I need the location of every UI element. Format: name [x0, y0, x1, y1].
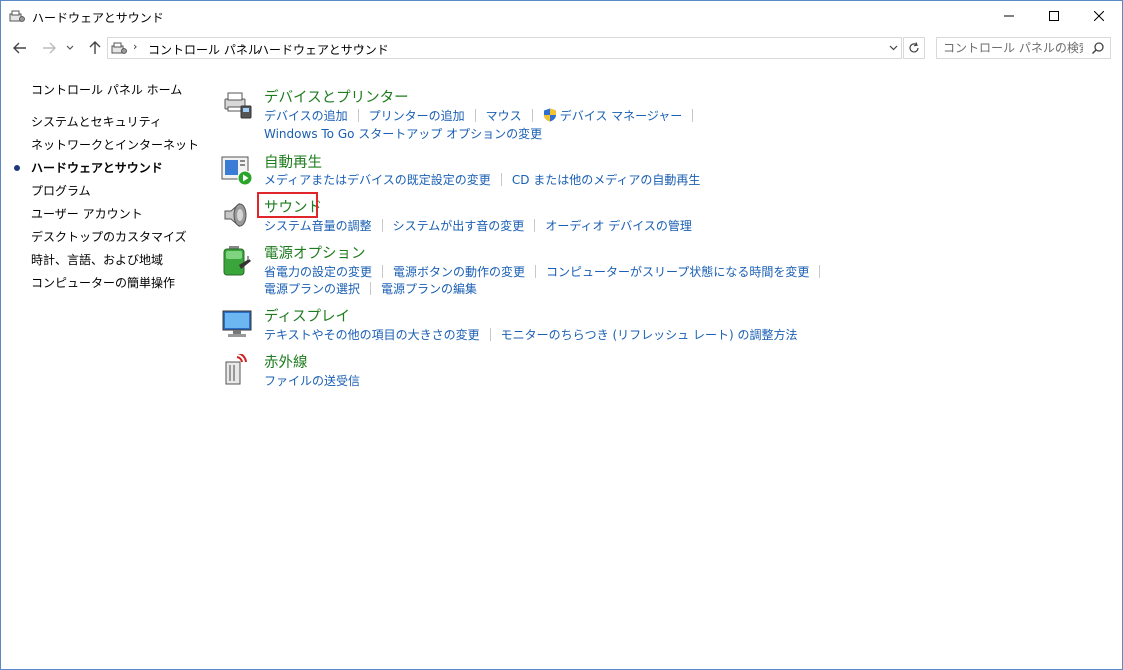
task-adjust-system-volume[interactable]: システム音量の調整 [264, 219, 372, 233]
sidebar-item-hardware-sound[interactable]: ハードウェアとサウンド [31, 159, 163, 176]
task-cd-autoplay[interactable]: CD または他のメディアの自動再生 [512, 173, 701, 187]
task-row: ファイルの送受信 [264, 372, 360, 388]
hardware-sound-icon [9, 10, 25, 22]
sidebar-item-system-security[interactable]: システムとセキュリティ [31, 113, 162, 130]
maximize-button[interactable] [1031, 1, 1077, 31]
task-separator [382, 265, 384, 278]
printer-icon[interactable] [221, 89, 253, 121]
sidebar-item-programs[interactable]: プログラム [31, 182, 91, 199]
search-input[interactable] [943, 40, 1083, 56]
sound-highlight-box [257, 192, 318, 218]
hardware-sound-icon [111, 42, 127, 54]
forward-button[interactable] [39, 38, 59, 58]
task-row: 電源プランの選択 電源プランの編集 [264, 280, 477, 296]
task-choose-power-plan[interactable]: 電源プランの選択 [264, 282, 360, 296]
close-button[interactable] [1076, 1, 1122, 31]
sidebar-item-clock-region[interactable]: 時計、言語、および地域 [31, 251, 163, 268]
sidebar-item-control-panel-home[interactable]: コントロール パネル ホーム [31, 81, 182, 98]
task-separator [489, 328, 491, 341]
task-separator [692, 109, 694, 122]
task-separator [381, 219, 383, 232]
task-row: メディアまたはデバイスの既定設定の変更 CD または他のメディアの自動再生 [264, 171, 700, 187]
close-icon [1094, 11, 1104, 21]
address-bar[interactable]: › コントロール パネル › ハードウェアとサウンド › [107, 37, 902, 59]
shield-icon [543, 108, 556, 122]
task-send-receive-files[interactable]: ファイルの送受信 [264, 374, 360, 388]
task-media-default-settings[interactable]: メディアまたはデバイスの既定設定の変更 [264, 173, 491, 187]
sidebar-item-user-accounts[interactable]: ユーザー アカウント [31, 205, 143, 222]
breadcrumb-separator-icon[interactable]: › [242, 40, 246, 53]
task-separator [535, 265, 537, 278]
control-panel-window: ハードウェアとサウンド › コントロール パネル › ハードウェアとサウンド › [0, 0, 1123, 670]
up-button[interactable] [85, 38, 105, 58]
autoplay-icon[interactable] [221, 154, 253, 186]
category-title-infrared[interactable]: 赤外線 [264, 351, 308, 372]
task-add-device[interactable]: デバイスの追加 [264, 109, 348, 123]
task-separator [531, 109, 533, 122]
arrow-up-icon [89, 41, 101, 54]
address-dropdown-button[interactable] [884, 37, 902, 59]
search-icon[interactable] [1091, 41, 1105, 55]
window-title: ハードウェアとサウンド [32, 11, 164, 25]
task-separator [370, 282, 372, 295]
back-button[interactable] [10, 38, 30, 58]
search-box[interactable] [936, 37, 1111, 59]
breadcrumb-separator-icon[interactable]: › [133, 40, 137, 53]
arrow-left-icon [13, 42, 26, 54]
task-separator [474, 109, 476, 122]
task-row: デバイスの追加 プリンターの追加 マウス デバイス マネージャー [264, 107, 703, 123]
arrow-right-icon [43, 42, 56, 54]
breadcrumb-separator-icon[interactable]: › [360, 40, 364, 53]
sidebar-item-personalization[interactable]: デスクトップのカスタマイズ [31, 228, 187, 245]
minimize-icon [1004, 15, 1014, 17]
task-separator [819, 265, 821, 278]
category-title-display[interactable]: ディスプレイ [264, 305, 350, 326]
infrared-icon[interactable] [221, 354, 253, 386]
battery-icon[interactable] [221, 245, 253, 277]
task-separator [534, 219, 536, 232]
refresh-icon [909, 42, 919, 53]
task-edit-power-plan[interactable]: 電源プランの編集 [381, 282, 477, 296]
speaker-icon[interactable] [221, 199, 253, 231]
title-bar[interactable]: ハードウェアとサウンド [1, 1, 1122, 32]
task-row: Windows To Go スタートアップ オプションの変更 [264, 125, 542, 141]
sidebar-item-ease-of-access[interactable]: コンピューターの簡単操作 [31, 274, 175, 291]
monitor-icon[interactable] [221, 308, 253, 340]
task-row: システム音量の調整 システムが出す音の変更 オーディオ デバイスの管理 [264, 217, 692, 233]
task-row: テキストやその他の項目の大きさの変更 モニターのちらつき (リフレッシュ レート)… [264, 326, 797, 342]
breadcrumb-hardware-sound[interactable]: ハードウェアとサウンド [257, 41, 389, 58]
task-row: 省電力の設定の変更 電源ボタンの動作の変更 コンピューターがスリープ状態になる時間を… [264, 263, 830, 279]
task-adjust-refresh-rate[interactable]: モニターのちらつき (リフレッシュ レート) の調整方法 [501, 328, 798, 342]
chevron-down-icon [889, 45, 897, 51]
maximize-icon [1049, 11, 1059, 21]
category-title-power-options[interactable]: 電源オプション [264, 242, 366, 263]
task-separator [357, 109, 359, 122]
task-change-system-sounds[interactable]: システムが出す音の変更 [393, 219, 525, 233]
task-change-power-saving[interactable]: 省電力の設定の変更 [264, 265, 372, 279]
task-add-printer[interactable]: プリンターの追加 [369, 109, 465, 123]
task-separator [500, 173, 502, 186]
task-windows-to-go[interactable]: Windows To Go スタートアップ オプションの変更 [264, 127, 542, 141]
category-title-devices-printers[interactable]: デバイスとプリンター [264, 86, 409, 107]
task-mouse[interactable]: マウス [486, 109, 522, 123]
task-device-manager[interactable]: デバイス マネージャー [560, 109, 683, 123]
active-bullet-icon [14, 165, 20, 171]
task-change-power-button[interactable]: 電源ボタンの動作の変更 [393, 265, 525, 279]
task-change-sleep-time[interactable]: コンピューターがスリープ状態になる時間を変更 [546, 265, 809, 279]
task-change-text-size[interactable]: テキストやその他の項目の大きさの変更 [264, 328, 480, 342]
task-manage-audio-devices[interactable]: オーディオ デバイスの管理 [545, 219, 692, 233]
refresh-button[interactable] [903, 37, 925, 59]
category-title-autoplay[interactable]: 自動再生 [264, 151, 322, 172]
minimize-button[interactable] [986, 1, 1032, 31]
sidebar-item-network-internet[interactable]: ネットワークとインターネット [31, 136, 199, 153]
recent-locations-button[interactable] [63, 38, 77, 58]
chevron-down-icon [66, 45, 74, 50]
